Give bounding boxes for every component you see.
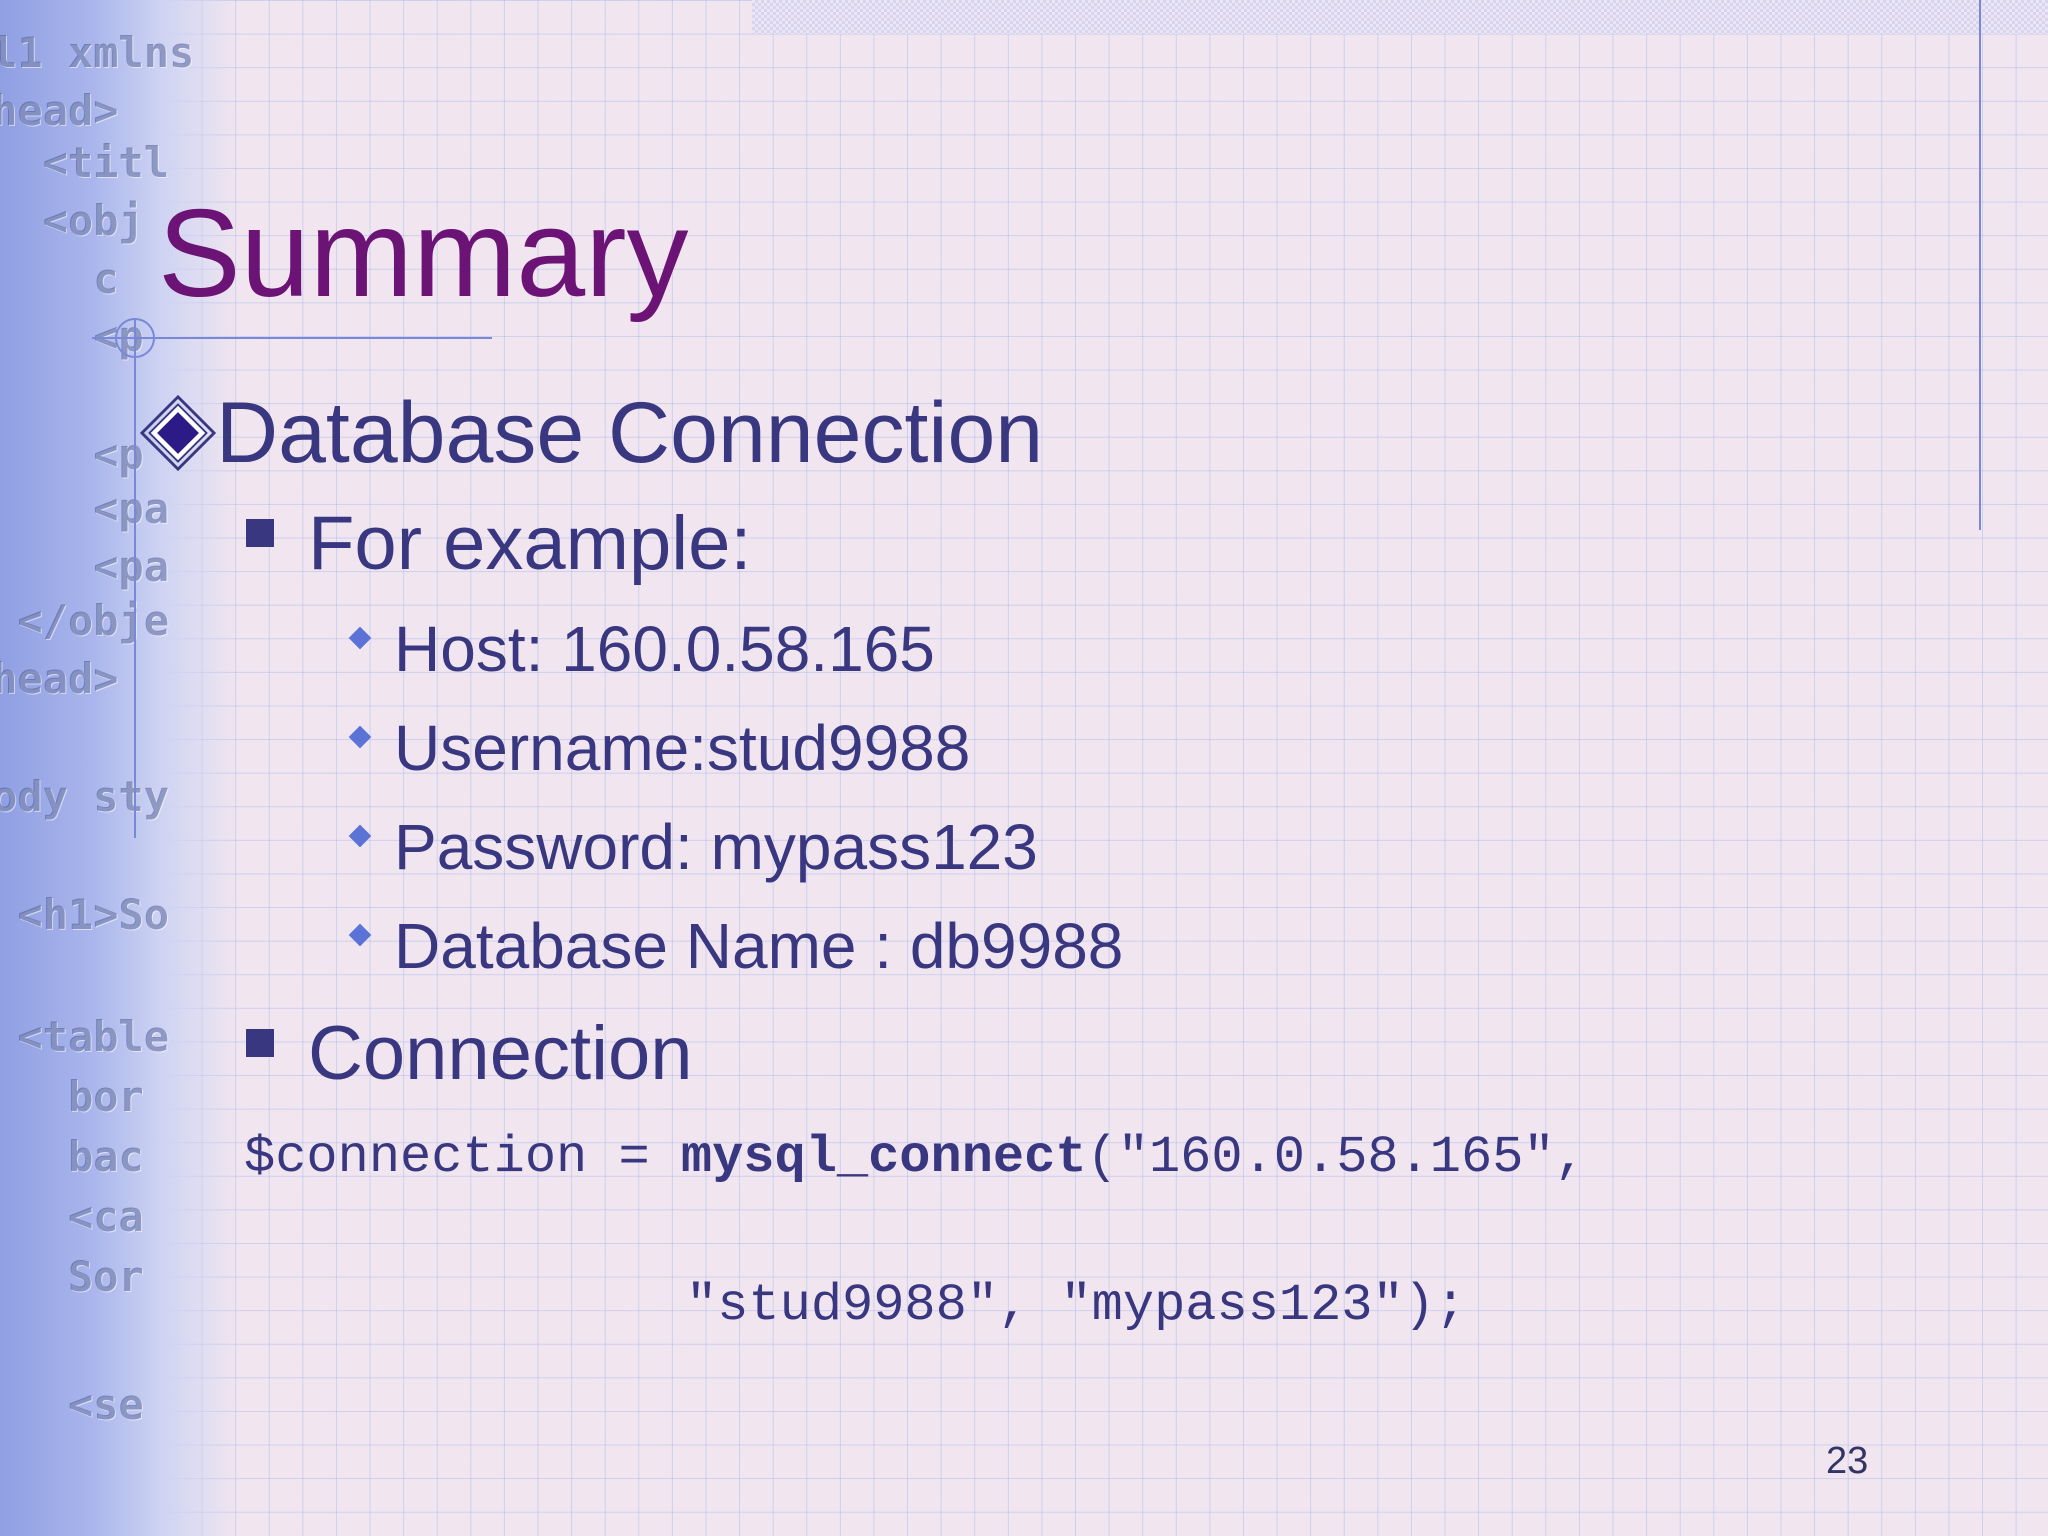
bg-code-line: <p [0,430,144,479]
bg-code-line: l1 xmlns [0,28,195,77]
code-line-2: "stud9988", "mypass123"); [686,1276,1466,1335]
crosshair-circle-decor [115,318,155,358]
code-args-line2: "stud9988", "mypass123"); [686,1276,1467,1335]
bg-code-line: <table [0,1012,170,1061]
slide: l1 xmlns head> <titl <obj c <p <p <pa <p… [0,0,2048,1536]
bg-code-line: <titl [0,138,170,187]
bullet-level3-database-name: Database Name : db9988 [348,909,1124,983]
bg-code-line: bor [0,1072,144,1121]
bullet-level2-connection: Connection [246,1010,693,1097]
page-number: 23 [1826,1440,1869,1482]
bg-code-line: head> [0,86,119,135]
bg-code-line: ody sty [0,772,170,821]
square-bullet-icon [246,518,274,547]
code-function-name: mysql_connect [680,1128,1087,1187]
slide-title: Summary [158,185,689,323]
bg-code-line: <h1>So [0,890,170,939]
bg-code-line: head> [0,654,119,703]
bullet-level3-username: Username:stud9988 [348,711,971,785]
left-vertical-rule [134,318,136,838]
bullet-label: Connection [308,1011,693,1096]
bg-code-line: c [0,254,119,303]
small-diamond-bullet-icon [348,923,372,947]
bg-code-line: bac [0,1132,144,1181]
bg-code-line: <pa [0,484,170,533]
bg-code-line: </obje [0,596,170,645]
bg-code-line: <pa [0,542,170,591]
heading-database-connection: Database Connection [216,384,1044,481]
code-line-1: $connection = mysql_connect("160.0.58.16… [244,1128,1586,1187]
bg-code-line: <ca [0,1192,144,1241]
bullet-level2-for-example: For example: [246,500,752,587]
bg-code-line: <se [0,1380,144,1429]
bullet-label: For example: [308,501,752,586]
bullet-level1-database-connection: Database Connection [140,378,1043,488]
right-vertical-rule [1979,0,1981,530]
password-text: Password: mypass123 [394,811,1038,883]
small-diamond-bullet-icon [348,725,372,749]
top-decor-strip [752,0,2048,34]
username-text: Username:stud9988 [394,712,971,784]
square-bullet-icon [246,1028,274,1057]
bullet-level3-password: Password: mypass123 [348,810,1038,884]
bg-code-line: Sor [0,1252,144,1301]
small-diamond-bullet-icon [348,626,372,650]
host-text: Host: 160.0.58.165 [394,613,935,685]
code-args-line1: ("160.0.58.165", [1086,1128,1586,1187]
small-diamond-bullet-icon [348,824,372,848]
database-name-text: Database Name : db9988 [394,910,1124,982]
code-variable: $connection = [244,1128,681,1187]
bg-code-line: <obj [0,196,144,245]
diamond-bullet-icon [140,395,216,471]
bullet-level3-host: Host: 160.0.58.165 [348,612,935,686]
